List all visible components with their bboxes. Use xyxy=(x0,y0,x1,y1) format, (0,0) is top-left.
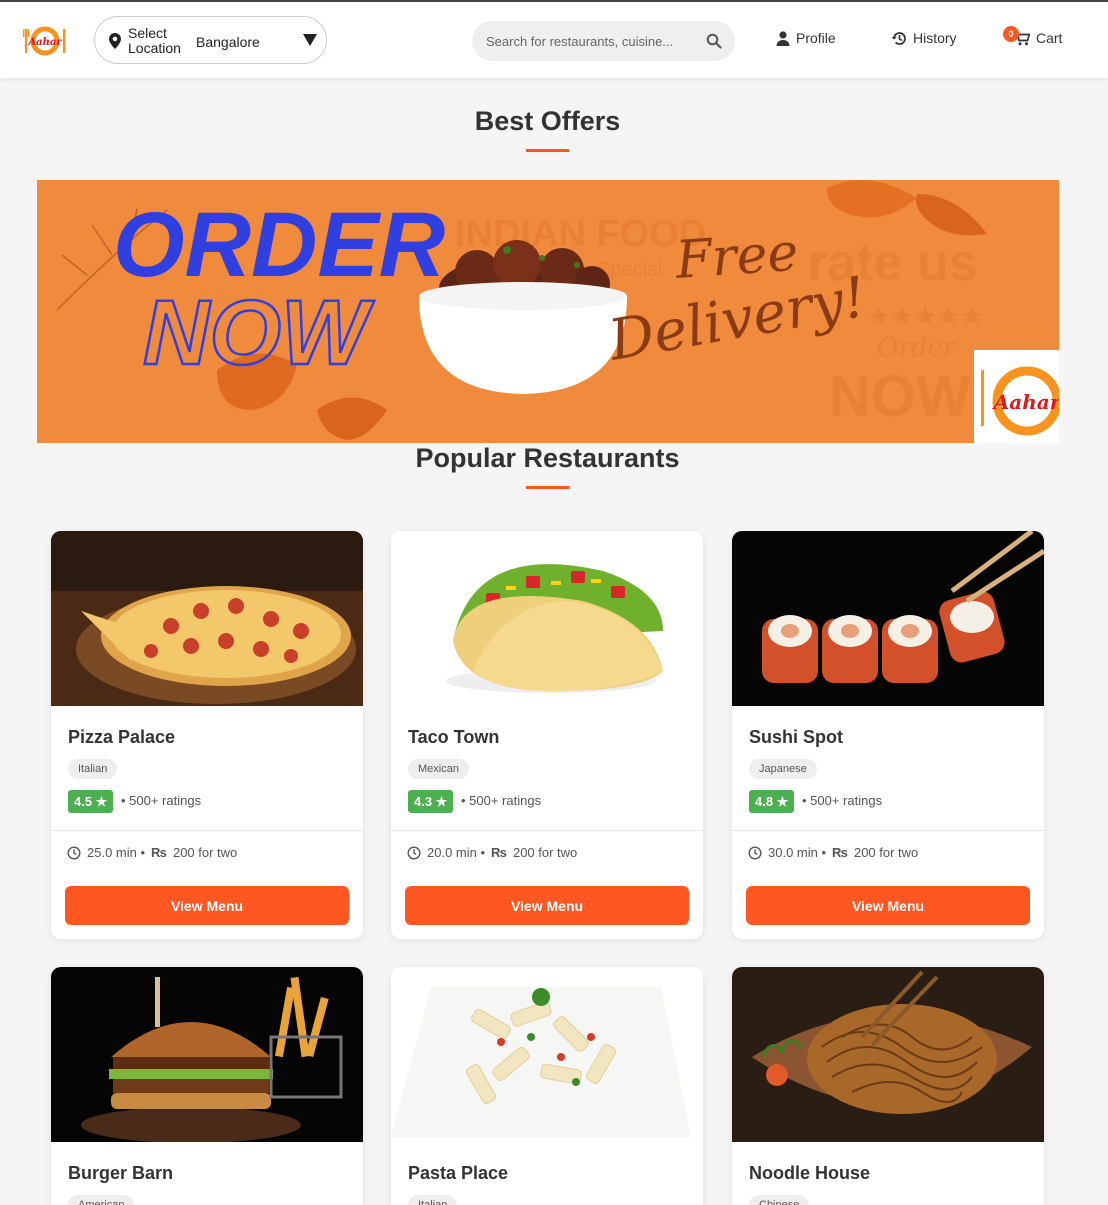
delivery-time: 25.0 min • xyxy=(87,845,146,860)
delivery-meta: 30.0 min • ₨ 200 for two xyxy=(748,845,918,860)
history-icon xyxy=(891,31,906,45)
price-for-two: 200 for two xyxy=(172,845,238,860)
location-label: Select Location xyxy=(128,25,181,56)
restaurant-card[interactable]: Sushi Spot Japanese 4.8 ★ • 500+ ratings… xyxy=(732,531,1044,939)
pasta-image xyxy=(391,967,703,1142)
leaf-decoration xyxy=(317,397,387,440)
nav-profile-label: Profile xyxy=(796,30,836,46)
nav-cart-label: Cart xyxy=(1036,30,1063,46)
pizza-image xyxy=(51,531,363,706)
nav-history[interactable]: History xyxy=(891,30,957,46)
search-input[interactable] xyxy=(486,31,696,51)
cuisine-tag: American xyxy=(68,1195,135,1205)
location-value: Bangalore xyxy=(196,34,260,50)
delivery-time: 20.0 min • xyxy=(427,845,486,860)
clock-icon xyxy=(407,845,421,860)
heading-underline xyxy=(526,149,569,152)
rating-badge: 4.3 ★ xyxy=(408,790,454,813)
card-divider xyxy=(51,830,363,831)
sushi-image xyxy=(732,531,1044,706)
restaurant-name: Noodle House xyxy=(749,1163,871,1183)
cuisine-tag: Italian xyxy=(408,1195,458,1205)
herb xyxy=(503,246,511,254)
nav-history-label: History xyxy=(913,30,957,46)
logo-text: Aahar xyxy=(27,37,62,48)
user-icon xyxy=(776,30,790,46)
bowl xyxy=(419,296,627,394)
clock-icon xyxy=(67,845,81,860)
cart-count-badge: 0 xyxy=(1003,26,1019,42)
view-menu-button[interactable]: View Menu xyxy=(746,886,1030,925)
nav-profile[interactable]: Profile xyxy=(776,30,836,46)
restaurant-name: Sushi Spot xyxy=(749,727,843,747)
leaf-decoration xyxy=(916,194,987,236)
bowl-rim xyxy=(419,282,627,310)
clock-icon xyxy=(748,845,762,860)
rating-badge: 4.5 ★ xyxy=(68,790,114,813)
restaurant-card[interactable]: Pizza Palace Italian 4.5 ★ • 500+ rating… xyxy=(51,531,363,939)
card-divider xyxy=(732,830,1044,831)
cuisine-tag: Mexican xyxy=(408,759,469,779)
banner-logo-text: Aahar xyxy=(992,390,1059,414)
ratings-count: • 500+ ratings xyxy=(121,793,202,808)
search-icon[interactable] xyxy=(706,33,722,49)
noodles-image xyxy=(732,967,1044,1142)
rating-badge: 4.8 ★ xyxy=(749,790,795,813)
burger-image xyxy=(51,967,363,1142)
banner-logo-fork xyxy=(981,370,984,426)
restaurant-card[interactable]: Taco Town Mexican 4.3 ★ • 500+ ratings 2… xyxy=(391,531,703,939)
banner-bg-text: INDIAN FOOD xyxy=(455,213,706,255)
restaurant-card[interactable]: Noodle House Chinese xyxy=(732,967,1044,1205)
banner-now-text: NOW xyxy=(143,282,375,384)
rupee-icon: ₨ xyxy=(491,845,507,860)
restaurant-name: Pasta Place xyxy=(408,1163,509,1183)
delivery-meta: 20.0 min • ₨ 200 for two xyxy=(407,845,577,860)
herb xyxy=(539,255,545,261)
offer-banner[interactable]: INDIAN FOOD Special rate us Order NOW ★★… xyxy=(37,180,1059,443)
taco-image xyxy=(391,531,703,706)
banner-bg-text: Order xyxy=(877,333,957,363)
heading-underline xyxy=(526,486,569,489)
popular-restaurants-heading: Popular Restaurants xyxy=(415,443,680,473)
banner-bg-text: NOW xyxy=(829,364,971,429)
price-for-two: 200 for two xyxy=(853,845,919,860)
star-icon: ★★★★★ xyxy=(867,301,984,331)
nav-cart[interactable]: 0 Cart xyxy=(1003,26,1063,46)
cuisine-tag: Italian xyxy=(68,759,118,779)
banner-artwork: INDIAN FOOD Special rate us Order NOW ★★… xyxy=(56,180,1059,443)
restaurant-name: Pizza Palace xyxy=(68,727,176,747)
cuisine-tag: Japanese xyxy=(749,759,817,779)
aahar-logo[interactable]: Aahar xyxy=(22,25,68,57)
view-menu-button[interactable]: View Menu xyxy=(405,886,689,925)
price-for-two: 200 for two xyxy=(512,845,578,860)
rupee-icon: ₨ xyxy=(151,845,167,860)
location-selector[interactable]: Select Location Bangalore xyxy=(94,16,327,64)
restaurant-name: Burger Barn xyxy=(68,1163,174,1183)
top-navbar: Aahar Select Location Bangalore Profile … xyxy=(0,2,1108,78)
banner-order-text: ORDER xyxy=(113,194,445,296)
rupee-icon: ₨ xyxy=(832,845,848,860)
search-bar xyxy=(472,21,735,61)
card-divider xyxy=(391,830,703,831)
leaf-decoration xyxy=(827,180,917,218)
best-offers-heading: Best Offers xyxy=(474,106,621,136)
ratings-count: • 500+ ratings xyxy=(461,793,542,808)
delivery-time: 30.0 min • xyxy=(768,845,827,860)
restaurant-card[interactable]: Burger Barn American xyxy=(51,967,363,1205)
herb xyxy=(574,262,580,268)
location-pin-icon xyxy=(109,33,121,49)
cuisine-tag: Chinese xyxy=(749,1195,810,1205)
view-menu-button[interactable]: View Menu xyxy=(65,886,349,925)
meatball xyxy=(493,240,541,288)
restaurant-card[interactable]: Pasta Place Italian xyxy=(391,967,703,1205)
ratings-count: • 500+ ratings xyxy=(802,793,883,808)
delivery-meta: 25.0 min • ₨ 200 for two xyxy=(67,845,237,860)
restaurant-name: Taco Town xyxy=(408,727,500,747)
chevron-down-icon[interactable] xyxy=(303,34,317,46)
